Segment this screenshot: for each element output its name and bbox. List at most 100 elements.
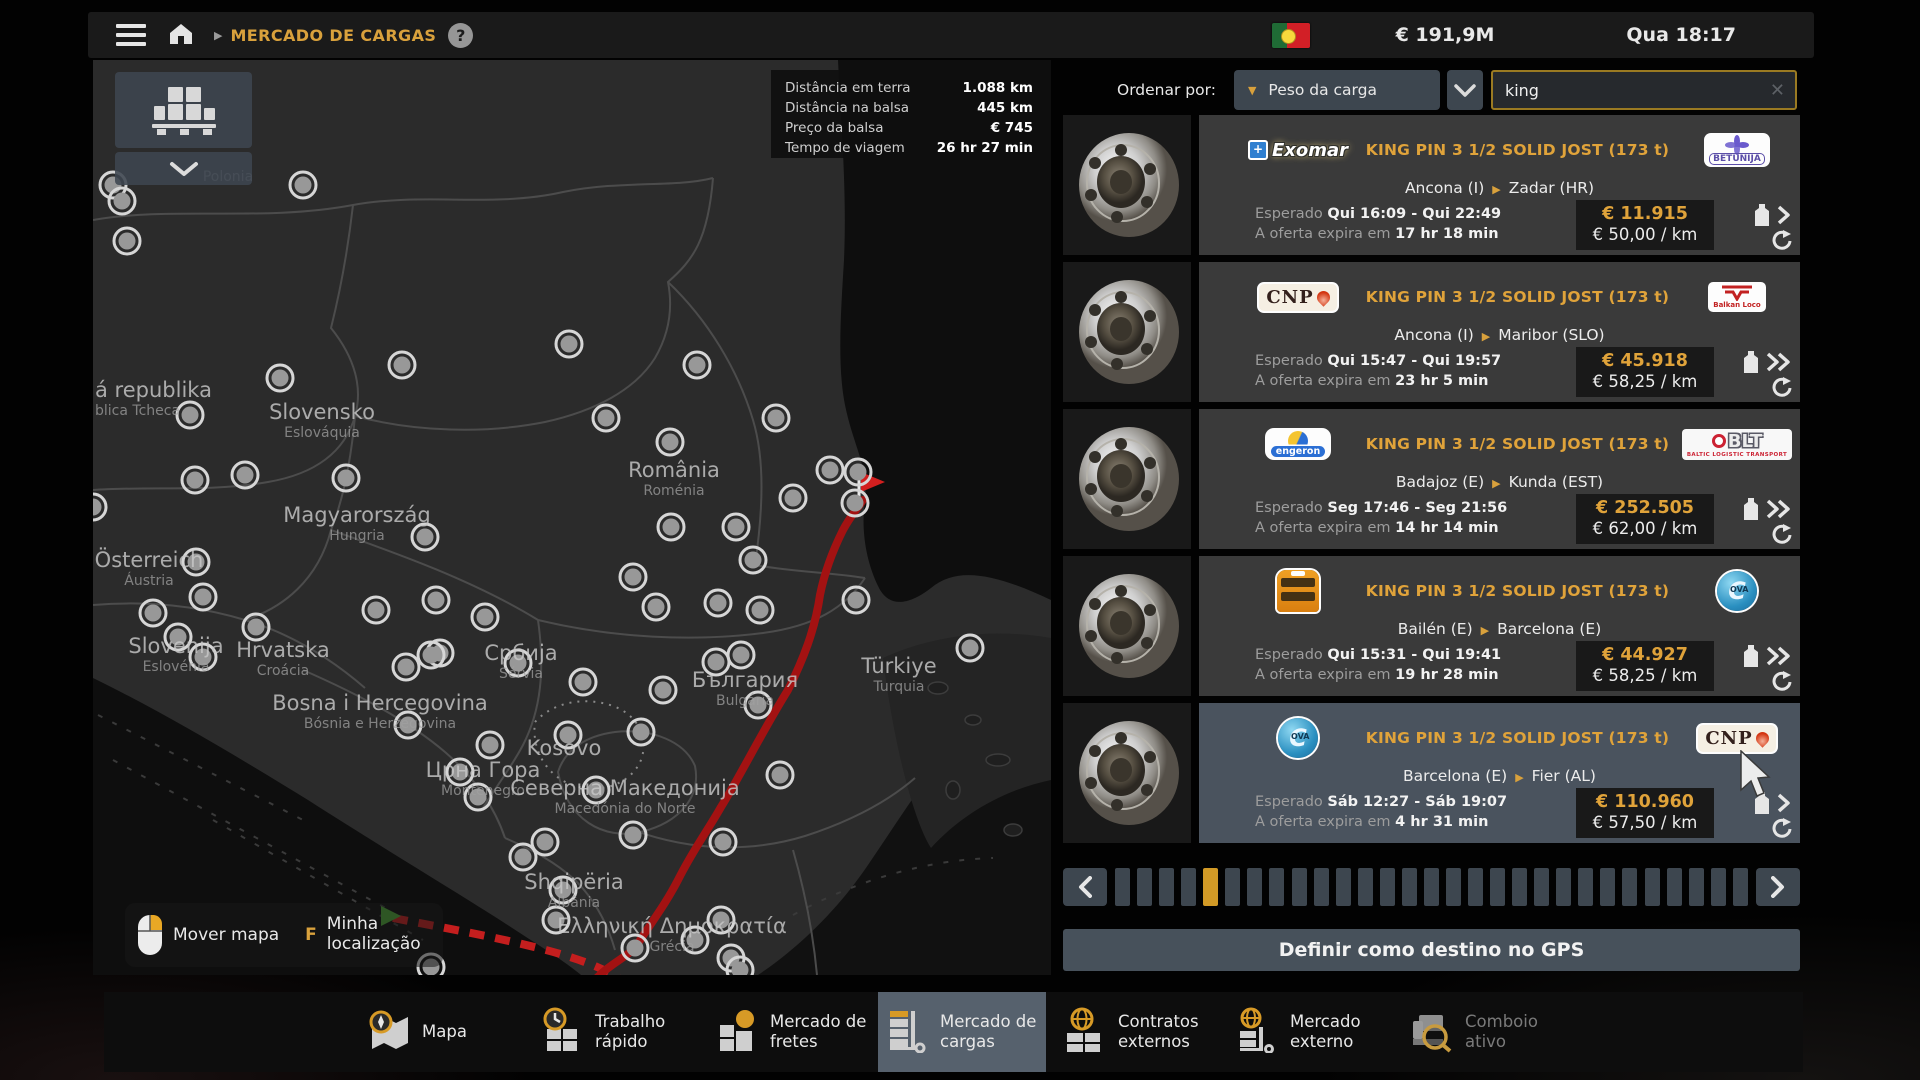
nav-item-freight-market[interactable]: Mercado de fretes: [714, 992, 878, 1072]
nav-item-external-market[interactable]: Mercado externo: [1234, 992, 1398, 1072]
page-tick[interactable]: [1269, 868, 1284, 906]
page-tick[interactable]: [1578, 868, 1593, 906]
route-info-label: Preço da balsa: [785, 118, 883, 138]
cargo-name: KING PIN 3 1/2 SOLID JOST (173 t): [1357, 288, 1678, 306]
offer-route: Bailén (E)▶Barcelona (E): [1199, 620, 1800, 638]
page-tick[interactable]: [1203, 868, 1218, 906]
page-tick[interactable]: [1380, 868, 1395, 906]
page-tick[interactable]: [1556, 868, 1571, 906]
bottom-nav: MapaTrabalho rápidoMercado de fretes Merc…: [104, 992, 1803, 1072]
offer-route: Badajoz (E)▶Kunda (EST): [1199, 473, 1800, 491]
cargo-offer-row[interactable]: +ExomarKING PIN 3 1/2 SOLID JOST (173 t)…: [1063, 115, 1800, 255]
next-page-button[interactable]: [1756, 868, 1800, 906]
recurring-offer-icon: [1770, 377, 1792, 399]
offer-expected: Esperado Qui 15:31 - Qui 19:41: [1255, 646, 1501, 666]
player-money: € 191,9M: [1396, 24, 1495, 46]
page-tick[interactable]: [1534, 868, 1549, 906]
mouse-icon: [137, 914, 163, 956]
home-icon[interactable]: [168, 22, 194, 49]
cargo-offer-row[interactable]: KING PIN 3 1/2 SOLID JOST (173 t)COVABai…: [1063, 556, 1800, 696]
page-tick[interactable]: [1468, 868, 1483, 906]
page-tick[interactable]: [1733, 868, 1748, 906]
nav-item-label: Comboio ativo: [1465, 1012, 1573, 1052]
nav-item-label: Mercado de cargas: [940, 1012, 1048, 1052]
nav-item-quick-job[interactable]: Trabalho rápido: [539, 992, 703, 1072]
page-tick[interactable]: [1358, 868, 1373, 906]
page-tick[interactable]: [1645, 868, 1660, 906]
help-icon[interactable]: ?: [448, 23, 473, 48]
cargo-photo: [1071, 125, 1183, 245]
expiry-time: 14 hr 14 min: [1395, 520, 1498, 536]
page-tick[interactable]: [1512, 868, 1527, 906]
page-tick[interactable]: [1689, 868, 1704, 906]
page-tick[interactable]: [1600, 868, 1615, 906]
page-tick[interactable]: [1622, 868, 1637, 906]
route-from: Bailén (E): [1398, 620, 1473, 638]
orange-canister-logo: [1277, 570, 1319, 612]
clear-search-icon[interactable]: ✕: [1770, 80, 1785, 101]
cargo-name: KING PIN 3 1/2 SOLID JOST (173 t): [1357, 141, 1678, 159]
page-tick[interactable]: [1402, 868, 1417, 906]
offer-icons: [1736, 644, 1792, 693]
urgency-chevron-icon: [1766, 646, 1792, 666]
nav-item-map[interactable]: Mapa: [366, 992, 530, 1072]
cargo-offer-row[interactable]: engeronKING PIN 3 1/2 SOLID JOST (173 t)…: [1063, 409, 1800, 549]
offer-icons: [1736, 350, 1792, 399]
sort-dropdown[interactable]: ▼ Peso da carga: [1234, 70, 1440, 110]
page-tick[interactable]: [1314, 868, 1329, 906]
map-panel-collapse-button[interactable]: [115, 152, 252, 185]
route-from: Ancona (I): [1405, 179, 1484, 197]
page-tick[interactable]: [1115, 868, 1130, 906]
offer-price: € 44.927: [1576, 645, 1714, 665]
expected-time: Qui 15:47 - Qui 19:57: [1327, 353, 1501, 369]
offer-price-box: € 11.915€ 50,00 / km: [1576, 200, 1714, 250]
prev-page-button[interactable]: [1063, 868, 1107, 906]
page-tick[interactable]: [1424, 868, 1439, 906]
recurring-offer-icon: [1770, 230, 1792, 252]
route-to: Fier (AL): [1532, 767, 1596, 785]
offer-price-box: € 45.918€ 58,25 / km: [1576, 347, 1714, 397]
page-tick[interactable]: [1711, 868, 1726, 906]
search-input[interactable]: king ✕: [1491, 70, 1797, 110]
menu-icon[interactable]: [116, 24, 146, 46]
nav-item-external-contracts[interactable]: Contratos externos: [1062, 992, 1226, 1072]
page-tick[interactable]: [1159, 868, 1174, 906]
nav-item-label: Contratos externos: [1118, 1012, 1226, 1052]
expected-time: Seg 17:46 - Seg 21:56: [1327, 500, 1507, 516]
sender-logo: COVA: [1239, 718, 1357, 758]
set-gps-destination-button[interactable]: Definir como destino no GPS: [1063, 929, 1800, 971]
cargo-type-button[interactable]: [115, 72, 252, 148]
offer-expiry: A oferta expira em 14 hr 14 min: [1255, 519, 1507, 539]
route-info-value: 26 hr 27 min: [937, 138, 1033, 158]
cnp-logo: CNP: [1698, 725, 1775, 752]
pagination: [1063, 863, 1800, 910]
game-screen: ▶ MERCADO DE CARGAS ? € 191,9M Qua 18:17: [0, 0, 1920, 1080]
page-tick[interactable]: [1667, 868, 1682, 906]
page-tick[interactable]: [1137, 868, 1152, 906]
offer-expected: Esperado Seg 17:46 - Seg 21:56: [1255, 499, 1507, 519]
offer-main: COVAKING PIN 3 1/2 SOLID JOST (173 t)CNP…: [1199, 703, 1800, 843]
cargo-photo: [1071, 272, 1183, 392]
offer-route: Barcelona (E)▶Fier (AL): [1199, 767, 1800, 785]
page-tick[interactable]: [1336, 868, 1351, 906]
offer-rate-per-km: € 57,50 / km: [1576, 813, 1714, 832]
cargo-thumbnail: [1063, 409, 1191, 549]
page-tick[interactable]: [1446, 868, 1461, 906]
nav-item-convoy: Comboio ativo: [1409, 992, 1573, 1072]
page-tick[interactable]: [1292, 868, 1307, 906]
cargo-weight-icon: [1742, 497, 1760, 521]
page-tick[interactable]: [1247, 868, 1262, 906]
world-map[interactable]: á republikablica TchecaPoloniaSlovenskoE…: [93, 60, 1051, 975]
sort-dropdown-triangle-icon: ▼: [1248, 84, 1256, 97]
nav-item-cargo-market[interactable]: Mercado de cargas: [884, 992, 1048, 1072]
expiry-time: 17 hr 18 min: [1395, 226, 1498, 242]
route-info-row: Tempo de viagem26 hr 27 min: [785, 138, 1033, 158]
sort-expand-button[interactable]: [1447, 70, 1483, 110]
receiver-logo: CNP: [1678, 725, 1796, 752]
page-tick[interactable]: [1490, 868, 1505, 906]
cargo-offer-row[interactable]: CNPKING PIN 3 1/2 SOLID JOST (173 t)Balk…: [1063, 262, 1800, 402]
cargo-offer-row[interactable]: COVAKING PIN 3 1/2 SOLID JOST (173 t)CNP…: [1063, 703, 1800, 843]
page-tick[interactable]: [1225, 868, 1240, 906]
page-tick[interactable]: [1181, 868, 1196, 906]
my-location-label: Minha localização: [327, 915, 437, 954]
